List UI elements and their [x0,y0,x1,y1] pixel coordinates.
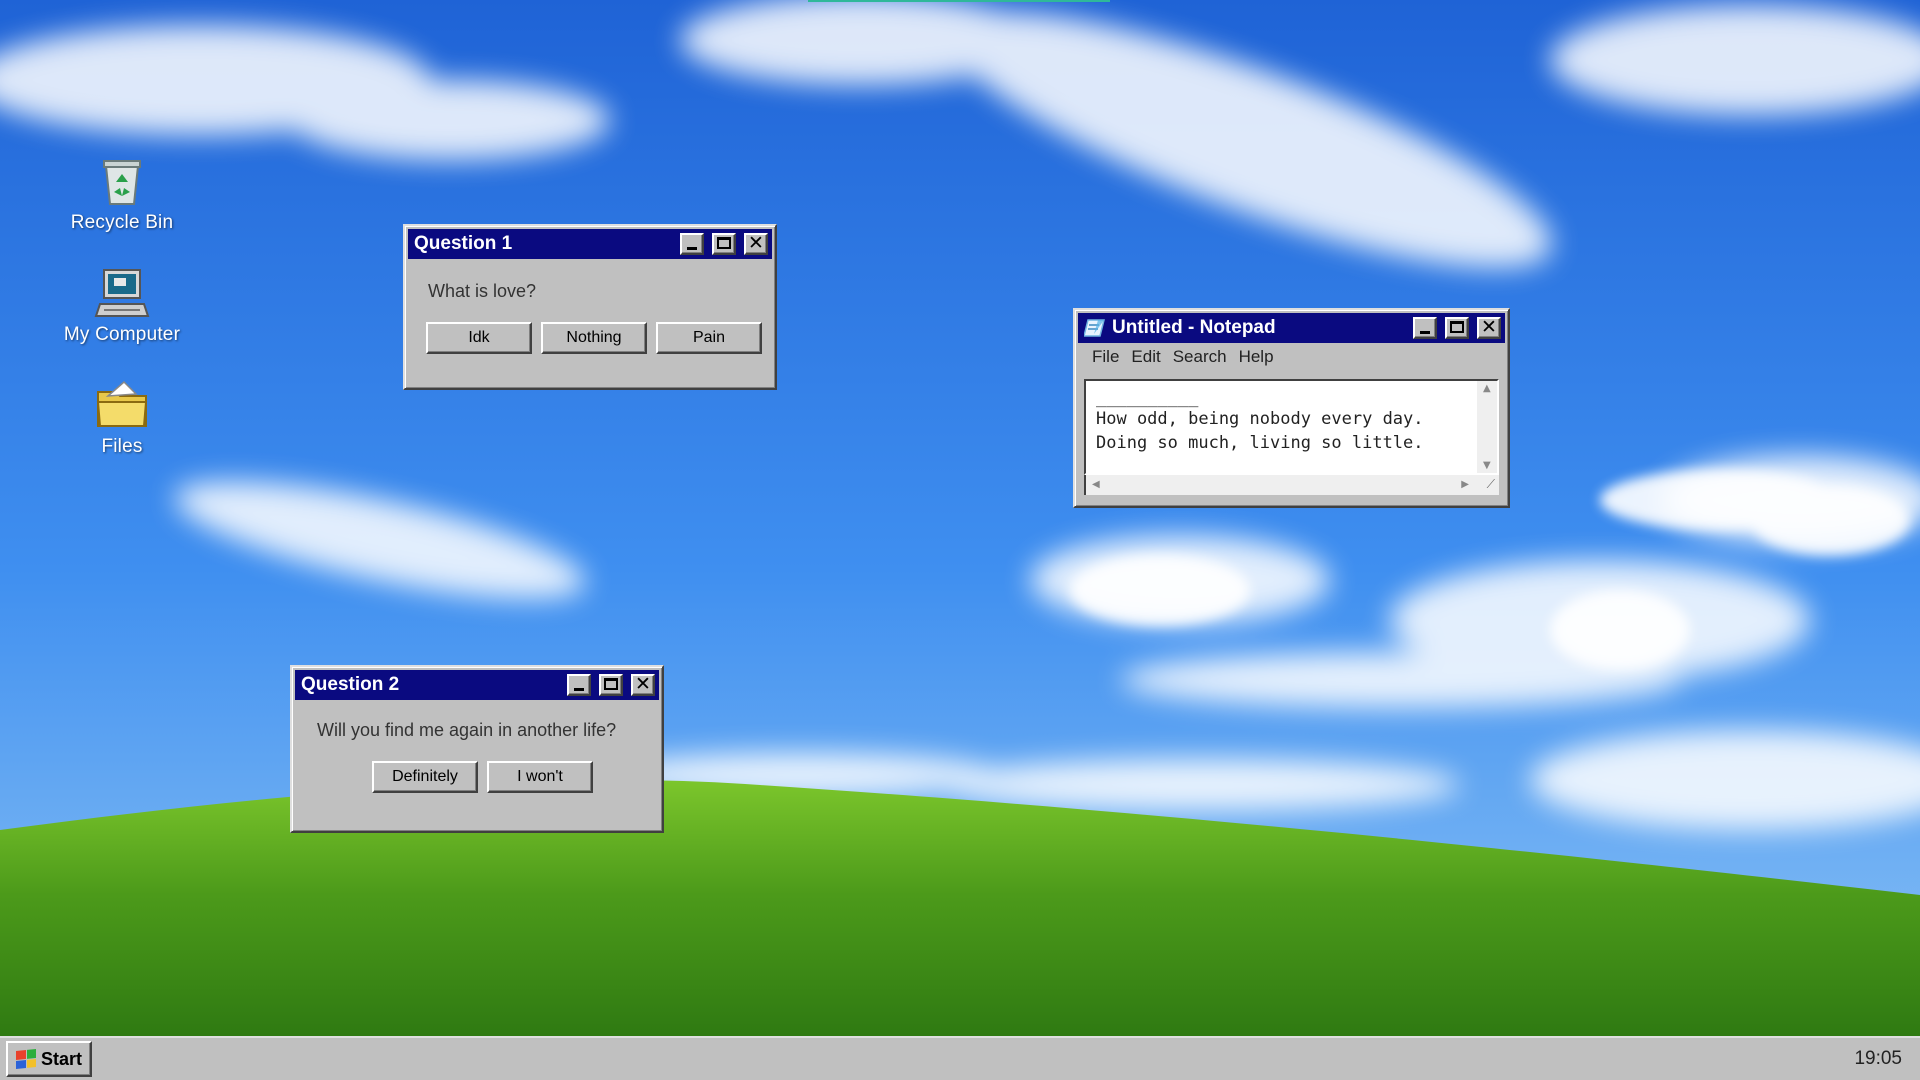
notepad-app-icon [1083,318,1106,338]
resize-grip-icon[interactable]: ⟋ [1487,477,1495,492]
question1-window: Question 1 ✕ What is love? Idk Nothing P… [403,224,777,390]
minimize-button[interactable] [680,233,704,255]
desktop-wallpaper [0,0,1920,1036]
answer-button-definitely[interactable]: Definitely [372,761,478,793]
maximize-icon [717,237,731,249]
text-line: Doing so much, living so little. [1096,433,1424,453]
answer-button-i-wont[interactable]: I won't [487,761,593,793]
scroll-down-icon[interactable]: ▼ [1483,460,1491,471]
folder-icon [94,376,150,432]
desktop-icon-my-computer[interactable]: My Computer [52,264,192,346]
window-title: Question 1 [414,233,513,254]
question2-window: Question 2 ✕ Will you find me again in a… [290,665,664,833]
scroll-right-icon[interactable]: ▶ [1461,479,1469,490]
notepad-text: __________ How odd, being nobody every da… [1096,389,1471,455]
desktop-icon-label: My Computer [63,324,181,345]
question1-buttons: Idk Nothing Pain [426,322,772,354]
minimize-icon [687,247,697,250]
question2-buttons: Definitely I won't [372,761,659,793]
maximize-button[interactable] [712,233,736,255]
question1-message: What is love? [428,281,537,301]
answer-button-nothing[interactable]: Nothing [541,322,647,354]
close-button[interactable]: ✕ [744,232,768,255]
scroll-left-icon[interactable]: ◀ [1092,479,1100,490]
close-icon: ✕ [748,232,764,254]
menu-help[interactable]: Help [1239,347,1274,367]
question1-titlebar[interactable]: Question 1 ✕ [408,229,772,259]
desktop-icon-recycle-bin[interactable]: Recycle Bin [52,152,192,234]
top-accent-line [808,0,1110,2]
desktop-icon-label: Recycle Bin [70,212,174,233]
menu-edit[interactable]: Edit [1131,347,1160,367]
maximize-icon [1450,321,1464,333]
menu-file[interactable]: File [1092,347,1119,367]
computer-icon [94,264,150,320]
text-line: How odd, being nobody every day. [1096,409,1424,429]
maximize-button[interactable] [1445,317,1469,339]
question2-titlebar[interactable]: Question 2 ✕ [295,670,659,700]
notepad-menubar: File Edit Search Help [1078,343,1505,371]
close-button[interactable]: ✕ [631,673,655,696]
start-button[interactable]: Start [6,1041,92,1077]
answer-button-idk[interactable]: Idk [426,322,532,354]
window-title: Question 2 [301,674,400,695]
text-line: __________ [1096,388,1199,408]
maximize-icon [604,678,618,690]
close-button[interactable]: ✕ [1477,316,1501,339]
recycle-bin-icon [94,152,150,208]
taskbar: Start 19:05 [0,1036,1920,1080]
maximize-button[interactable] [599,674,623,696]
windows-logo-icon [16,1048,36,1070]
menu-search[interactable]: Search [1173,347,1227,367]
desktop-icon-label: Files [101,436,143,457]
notepad-window: Untitled - Notepad ✕ File Edit Search He… [1073,308,1510,508]
minimize-icon [1420,331,1430,334]
minimize-button[interactable] [1413,317,1437,339]
minimize-icon [574,688,584,691]
vertical-scrollbar[interactable]: ▲ ▼ [1477,381,1497,473]
close-icon: ✕ [635,673,651,695]
close-icon: ✕ [1481,316,1497,338]
answer-button-pain[interactable]: Pain [656,322,762,354]
desktop-icon-files[interactable]: Files [52,376,192,458]
notepad-text-area[interactable]: __________ How odd, being nobody every da… [1084,379,1499,475]
minimize-button[interactable] [567,674,591,696]
horizontal-scrollbar[interactable]: ◀ ▶ ⟋ [1084,475,1499,495]
window-title: Untitled - Notepad [1112,317,1276,338]
question2-message: Will you find me again in another life? [317,720,617,740]
scroll-up-icon[interactable]: ▲ [1483,383,1491,394]
start-label: Start [41,1048,83,1069]
notepad-titlebar[interactable]: Untitled - Notepad ✕ [1078,313,1505,343]
taskbar-clock: 19:05 [1854,1048,1902,1069]
